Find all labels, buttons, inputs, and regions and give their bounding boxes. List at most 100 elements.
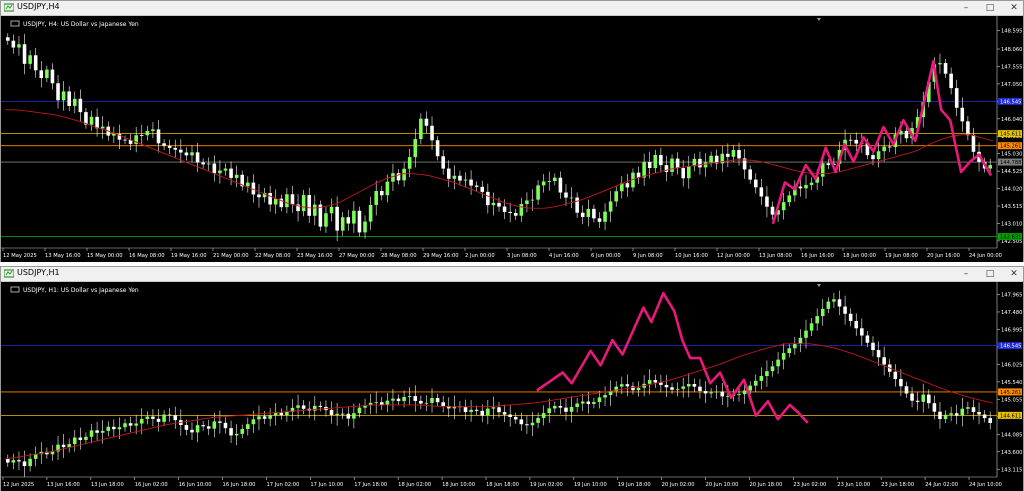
time-tick-label: 18 Jun 10:00 [442,482,475,488]
price-tag-label: 145.261 [1000,390,1021,396]
candle-body [151,129,155,131]
candle-body [11,460,16,463]
candle-body [167,145,172,148]
candle-body [686,384,691,387]
candle-body [301,195,306,212]
time-tick-label: 6 Jun 00:00 [591,253,621,259]
candle-body [943,63,948,74]
candle-body [61,444,66,448]
price-chart-h1[interactable]: USDJPY, H1: US Dollar vs Japanese Yen 147… [1,282,1023,491]
candle-body [273,198,278,205]
candle-body [798,186,803,189]
close-button[interactable]: ✕ [1009,1,1019,15]
candle-body [887,146,892,148]
time-tick-label: 24 Jun 00:00 [969,253,1002,259]
candle-body [698,386,702,392]
candle-body [223,422,228,429]
candle-body [904,130,909,139]
price-tag-label: 146.545 [1000,99,1021,105]
candle-body [848,313,853,322]
price-tick-label: 143.010 [1001,221,1022,227]
candle-body [675,158,680,169]
candle-body [435,140,440,157]
candle-body [190,429,194,433]
chart-window-h4[interactable]: USDJPY,H4 – □ ✕ USDJPY, H4: US Dollar vs… [0,0,1024,262]
candle-body [268,193,272,205]
candle-body [290,194,295,205]
candle-body [201,162,205,165]
time-tick-label: 20 Jun 16:00 [927,253,960,259]
candle-body [223,168,228,171]
time-tick-label: 15 May 00:00 [87,253,123,259]
candle-body [781,202,786,211]
price-tick-label: 146.040 [1001,117,1022,123]
time-tick-label: 10 Jun 16:00 [675,253,708,259]
candle-body [346,413,351,419]
candle-body [592,208,596,219]
candle-body [876,151,881,160]
candle-body [112,426,116,430]
candle-body [17,44,21,48]
candle-body [647,162,652,168]
candle-body [173,147,178,150]
candle-body [692,384,697,387]
candle-body [391,173,395,182]
minimize-button[interactable]: – [961,1,971,15]
candle-body [731,150,736,157]
candle-body [379,191,384,196]
candle-body [513,212,518,216]
candle-body [502,206,507,212]
time-tick-label: 17 Jun 10:00 [310,482,343,488]
candle-body [78,98,83,113]
time-tick-label: 17 Jun 02:00 [266,482,299,488]
candle-body [72,437,77,445]
time-tick-label: 16 Jun 02:00 [135,482,168,488]
candle-body [709,155,713,163]
candle-body [938,411,942,419]
window-titlebar[interactable]: USDJPY,H1 – □ ✕ [1,267,1023,282]
candle-body [670,387,674,390]
candle-body [206,426,211,429]
chart-background [1,16,1023,262]
maximize-button[interactable]: □ [985,1,995,15]
window-titlebar[interactable]: USDJPY,H4 – □ ✕ [1,1,1023,16]
candle-body [586,208,591,217]
price-tick-label: 148.595 [1001,29,1022,35]
price-chart-h4[interactable]: USDJPY, H4: US Dollar vs Japanese Yen 148… [1,16,1023,262]
candle-body [240,429,245,434]
maximize-button[interactable]: □ [985,267,995,281]
candle-body [145,130,150,136]
candle-body [374,402,378,404]
candle-body [430,125,434,141]
price-tag-label: 142.631 [1000,235,1021,241]
candle-body [770,366,775,372]
candle-body [832,299,836,302]
candle-body [268,415,272,419]
candle-body [335,413,339,415]
candle-body [246,182,250,187]
candle-body [22,44,27,64]
candle-body [413,139,418,158]
price-tick-label: 147.555 [1001,64,1022,70]
candle-body [603,211,607,222]
candle-body [480,186,485,192]
close-button[interactable]: ✕ [1009,267,1019,281]
price-tick-label: 144.525 [1001,169,1022,175]
candle-body [156,418,161,422]
candle-body [463,179,468,181]
time-tick-label: 2 Jun 00:00 [465,253,495,259]
candle-body [335,206,339,231]
price-tick-label: 146.995 [1001,327,1022,333]
candle-body [123,139,127,141]
candle-body [497,407,501,413]
chart-header: USDJPY, H1: US Dollar vs Japanese Yen [23,287,139,294]
time-tick-label: 24 Jun 10:00 [969,482,1002,488]
candle-body [117,427,122,430]
candle-body [363,221,367,233]
candle-body [508,211,512,213]
time-tick-label: 12 Jun 2025 [3,482,34,488]
candle-body [407,396,412,397]
minimize-button[interactable]: – [961,267,971,281]
chart-window-h1[interactable]: USDJPY,H1 – □ ✕ USDJPY, H1: US Dollar vs… [0,266,1024,491]
candle-body [212,163,217,174]
